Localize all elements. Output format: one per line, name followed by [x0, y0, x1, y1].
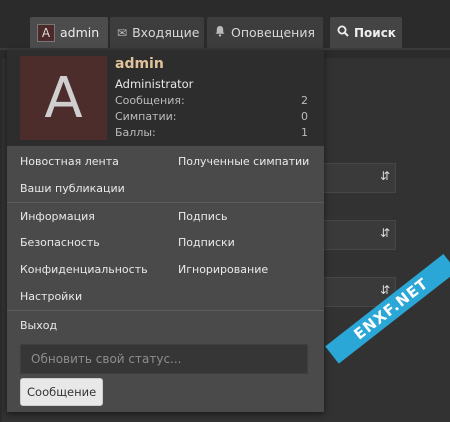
user-role: Administrator [115, 77, 194, 91]
menu-item-info[interactable]: Информация [20, 210, 95, 223]
tab-inbox[interactable]: ✉ Входящие [110, 17, 204, 48]
menu-divider [7, 202, 324, 203]
menu-item-news-feed[interactable]: Новостная лента [20, 155, 119, 168]
menu-item-signature[interactable]: Подпись [178, 210, 227, 223]
tab-search[interactable]: Поиск [330, 17, 402, 48]
top-navbar: A admin ✉ Входящие Оповещения Поиск [0, 0, 450, 50]
stat-likes: Симпатии: 0 [115, 110, 308, 123]
bell-icon [214, 25, 226, 40]
stat-messages: Сообщения: 2 [115, 94, 308, 107]
menu-item-security[interactable]: Безопасность [20, 236, 100, 249]
menu-item-received-likes[interactable]: Полученные симпатии [178, 155, 309, 168]
envelope-icon: ✉ [117, 25, 128, 40]
tab-account-label: admin [60, 25, 100, 40]
chevron-updown-icon: ⇵ [380, 169, 391, 183]
tab-search-label: Поиск [354, 25, 396, 40]
chevron-updown-icon: ⇵ [380, 226, 391, 240]
menu-item-privacy[interactable]: Конфиденциальность [20, 263, 148, 276]
stat-value: 0 [301, 110, 308, 123]
stat-label: Сообщения: [115, 94, 185, 107]
menu-item-settings[interactable]: Настройки [20, 290, 82, 303]
avatar: A [37, 23, 55, 42]
post-status-button[interactable]: Сообщение [20, 378, 103, 406]
search-icon [337, 25, 349, 40]
tab-alerts-label: Оповещения [231, 25, 315, 40]
account-summary: A admin Administrator Сообщения: 2 Симпа… [7, 50, 324, 146]
stat-value: 2 [301, 94, 308, 107]
menu-item-your-posts[interactable]: Ваши публикации [20, 182, 125, 195]
stat-value: 1 [301, 126, 308, 139]
stat-label: Баллы: [115, 126, 156, 139]
tab-alerts[interactable]: Оповещения [207, 17, 323, 48]
chevron-updown-icon: ⇵ [380, 283, 391, 297]
stat-label: Симпатии: [115, 110, 177, 123]
avatar[interactable]: A [20, 56, 107, 140]
menu-item-subscriptions[interactable]: Подписки [178, 236, 235, 249]
account-dropdown-menu: A admin Administrator Сообщения: 2 Симпа… [7, 50, 324, 412]
tab-account[interactable]: A admin [30, 17, 108, 48]
username-link[interactable]: admin [115, 56, 164, 72]
menu-item-ignoring[interactable]: Игнорирование [178, 263, 268, 276]
menu-item-logout[interactable]: Выход [20, 319, 57, 332]
tab-inbox-label: Входящие [132, 25, 200, 40]
stat-points: Баллы: 1 [115, 126, 308, 139]
status-input[interactable] [20, 344, 308, 374]
menu-divider [7, 310, 324, 311]
